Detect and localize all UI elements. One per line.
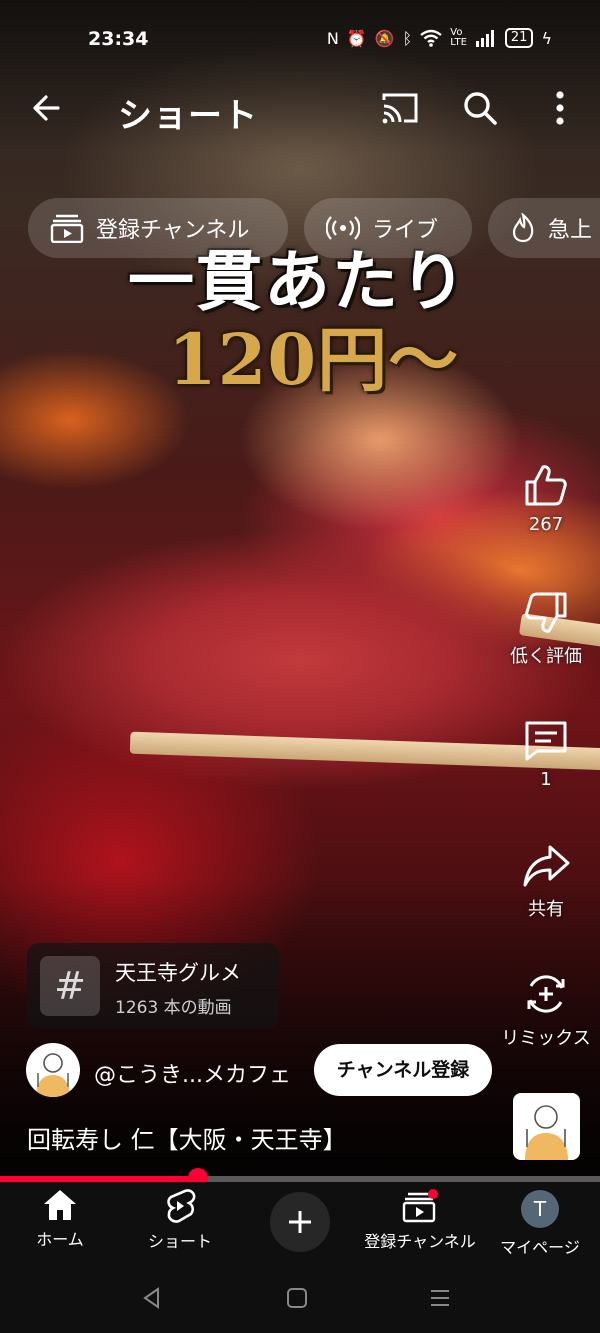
- nav-label: マイページ: [500, 1238, 580, 1257]
- user-avatar: T: [521, 1190, 559, 1228]
- nav-label: ホーム: [36, 1230, 84, 1249]
- remix-icon: [527, 975, 565, 1013]
- live-icon: [326, 216, 360, 240]
- share-icon: [523, 845, 570, 887]
- home-square-icon[interactable]: [285, 1286, 309, 1310]
- subscriptions-icon: [50, 214, 84, 243]
- chip-label: 急上: [548, 218, 593, 243]
- battery-indicator: 21: [504, 28, 534, 48]
- video-title[interactable]: 回転寿し 仁【大阪・天王寺】: [27, 1120, 347, 1155]
- share-button[interactable]: 共有: [491, 843, 600, 921]
- status-time: 23:34: [88, 28, 149, 50]
- status-icons: N ⏰ 🔕 ᛒ Vo LTE 21 ϟ: [327, 28, 552, 48]
- dislike-button[interactable]: 低く評価: [491, 590, 600, 668]
- nav-home[interactable]: ホーム: [0, 1188, 125, 1250]
- chip-trending[interactable]: 急上: [488, 198, 600, 258]
- thumb-up-icon: [525, 465, 567, 506]
- cast-icon[interactable]: [380, 90, 420, 126]
- nfc-icon: N: [326, 28, 339, 48]
- hashtag-video-count: 1263 本の動画: [115, 998, 232, 1018]
- person-illustration-icon: [36, 1053, 70, 1097]
- system-navigation-bar: [0, 1262, 600, 1333]
- sound-thumbnail[interactable]: [513, 1093, 580, 1160]
- plus-icon: [289, 1211, 311, 1233]
- more-vert-icon[interactable]: [545, 88, 575, 128]
- subscribe-button[interactable]: チャンネル登録: [314, 1044, 492, 1096]
- video-caption-line2: 120円〜: [168, 318, 460, 401]
- page-title: ショート: [118, 96, 258, 136]
- chip-label: 登録チャンネル: [96, 218, 250, 243]
- channel-avatar[interactable]: [26, 1043, 80, 1097]
- create-button[interactable]: [270, 1192, 330, 1252]
- dislike-label: 低く評価: [510, 646, 582, 667]
- search-icon[interactable]: [460, 88, 500, 128]
- channel-handle[interactable]: @こうき...メカフェ: [94, 1057, 291, 1089]
- nav-mypage[interactable]: T マイページ: [475, 1188, 600, 1258]
- bluetooth-icon: ᛒ: [402, 28, 413, 48]
- share-label: 共有: [528, 899, 564, 920]
- top-app-bar: ショート: [0, 78, 600, 138]
- nav-subscriptions[interactable]: 登録チャンネル: [355, 1188, 485, 1252]
- alarm-icon: ⏰: [346, 28, 367, 48]
- comment-button[interactable]: 1: [491, 717, 600, 790]
- signal-icon: [475, 30, 494, 47]
- nav-shorts[interactable]: ショート: [115, 1188, 245, 1252]
- wifi-icon: [420, 29, 443, 47]
- hashtag-name: 天王寺グルメ: [115, 961, 241, 985]
- remix-label: リミックス: [501, 1028, 591, 1049]
- subscriptions-icon: [402, 1189, 438, 1223]
- mute-icon: 🔕: [374, 28, 395, 48]
- hashtag-icon: #: [40, 956, 100, 1016]
- channel-row: @こうき...メカフェ チャンネル登録: [26, 1043, 506, 1099]
- back-arrow-icon[interactable]: [28, 88, 68, 128]
- trending-icon: [512, 213, 534, 243]
- status-bar: 23:34 N ⏰ 🔕 ᛒ Vo LTE 21 ϟ: [0, 22, 600, 58]
- thumb-down-icon: [525, 592, 567, 633]
- chip-live[interactable]: ライブ: [304, 198, 472, 258]
- home-icon: [44, 1190, 76, 1220]
- person-illustration-icon: [525, 1105, 568, 1160]
- like-button[interactable]: 267: [491, 462, 600, 535]
- filter-chips: 登録チャンネル ライブ 急上: [28, 198, 600, 258]
- shorts-icon: [167, 1189, 196, 1223]
- back-triangle-icon[interactable]: [140, 1286, 164, 1310]
- volte-icon: Vo LTE: [450, 27, 467, 48]
- nav-label: ショート: [147, 1232, 212, 1251]
- nav-label: 登録チャンネル: [364, 1232, 476, 1251]
- chip-label: ライブ: [372, 218, 439, 243]
- chip-subscriptions[interactable]: 登録チャンネル: [28, 198, 288, 258]
- bottom-navigation: ホーム ショート 登録チャンネル T マイページ: [0, 1182, 600, 1262]
- like-count: 267: [528, 514, 564, 535]
- remix-button[interactable]: リミックス: [491, 970, 600, 1050]
- comment-icon: [525, 721, 567, 761]
- comment-count: 1: [540, 769, 552, 790]
- recents-icon[interactable]: [428, 1286, 452, 1310]
- charging-icon: ϟ: [541, 28, 552, 48]
- hashtag-card[interactable]: # 天王寺グルメ 1263 本の動画: [27, 943, 279, 1029]
